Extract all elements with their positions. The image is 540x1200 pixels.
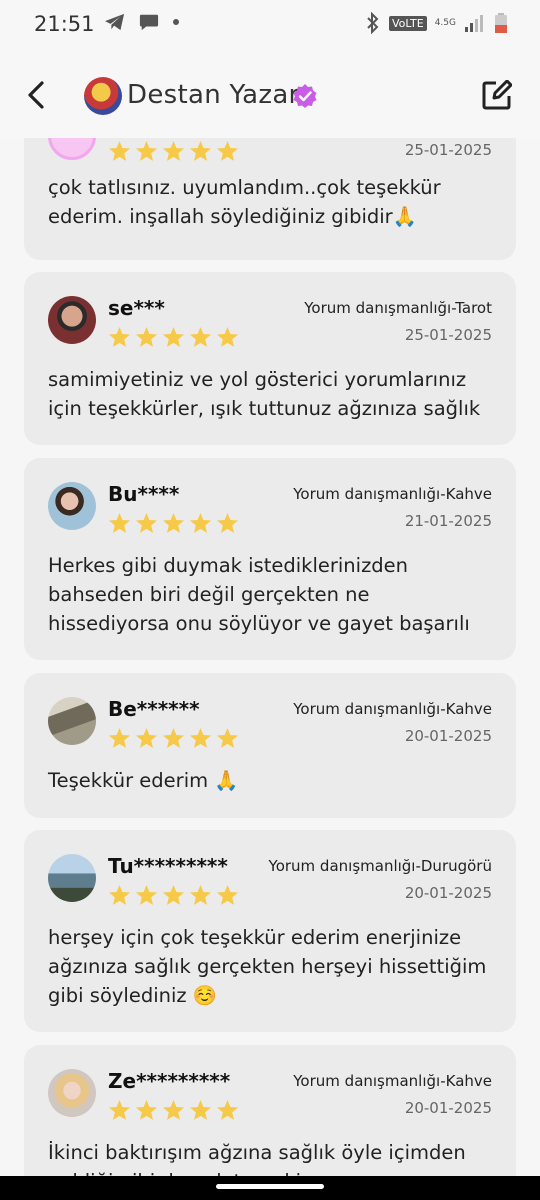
star-icon [189,326,212,347]
network-type: 4.5G [434,18,456,28]
review-card: Bu**** Yorum danışmanlığı-Kahve 21-01-20… [24,458,516,660]
star-icon [216,512,239,533]
star-icon [189,140,212,161]
rating-stars [108,140,239,162]
reviewer-name: Ze********* [108,1069,231,1093]
star-icon [108,512,131,533]
review-service: Yorum danışmanlığı-Kahve [293,1072,492,1090]
review-date: 25-01-2025 [404,326,492,344]
star-icon [108,727,131,748]
star-icon [162,512,185,533]
star-icon [189,727,212,748]
rating-stars [108,884,239,906]
review-date: 25-01-2025 [404,141,492,159]
battery-icon [495,13,507,33]
bluetooth-icon [367,12,379,34]
star-icon [135,326,158,347]
reviewer-name: se*** [108,296,165,320]
reviewer-name: Bu**** [108,482,180,506]
star-icon [189,512,212,533]
review-card: Be****** Yorum danışmanlığı-Kahve 20-01-… [24,673,516,818]
review-date: 20-01-2025 [404,884,492,902]
rating-stars [108,1099,239,1121]
review-comment: samimiyetiniz ve yol gösterici yorumları… [48,368,481,420]
review-date: 20-01-2025 [404,727,492,745]
star-icon [216,326,239,347]
review-comment: çok tatlısınız. uyumlandım..çok teşekkür… [48,176,441,228]
app-header: Destan Yazar [0,50,540,138]
star-icon [216,727,239,748]
star-icon [135,140,158,161]
star-icon [135,512,158,533]
home-indicator[interactable] [216,1184,324,1189]
star-icon [216,1099,239,1120]
reviewer-avatar [48,482,96,530]
dot-icon [173,19,179,25]
star-icon [216,884,239,905]
star-icon [108,1099,131,1120]
review-date: 20-01-2025 [404,1099,492,1117]
rating-stars [108,512,239,534]
reviewer-avatar [48,854,96,902]
review-card: 25-01-2025 çok tatlısınız. uyumlandım..ç… [24,138,516,260]
reviewer-avatar [48,697,96,745]
star-icon [162,140,185,161]
status-bar: 21:51 VoLTE 4.5G [0,0,540,50]
review-service: Yorum danışmanlığı-Tarot [304,299,492,317]
review-comment: herşey için çok teşekkür ederim enerjini… [48,926,487,1007]
star-icon [135,884,158,905]
status-time: 21:51 [34,12,95,36]
reviewer-name: Be****** [108,697,200,721]
star-icon [162,1099,185,1120]
reviewer-name: Tu********* [108,854,228,878]
telegram-icon [105,13,125,31]
star-icon [162,884,185,905]
star-icon [162,727,185,748]
rating-stars [108,326,239,348]
star-icon [108,140,131,161]
star-icon [108,884,131,905]
star-icon [216,140,239,161]
reviewer-avatar [48,296,96,344]
volte-badge: VoLTE [389,15,427,31]
chat-bubble-icon [139,14,159,31]
advisor-avatar[interactable] [84,77,122,115]
review-card: se*** Yorum danışmanlığı-Tarot 25-01-202… [24,272,516,445]
reviewer-avatar [48,138,96,160]
verified-badge-icon [293,84,317,108]
star-icon [135,1099,158,1120]
advisor-name[interactable]: Destan Yazar [127,80,300,110]
review-comment: İkinci baktırışım ağzına sağlık öyle içi… [48,1141,466,1176]
star-icon [189,1099,212,1120]
status-system-icons: VoLTE 4.5G [365,12,508,34]
reviewer-avatar [48,1069,96,1117]
reviews-feed[interactable]: 25-01-2025 çok tatlısınız. uyumlandım..ç… [0,138,540,1176]
back-button[interactable] [22,78,52,112]
status-notification-icons [104,12,180,32]
review-service: Yorum danışmanlığı-Kahve [293,485,492,503]
review-comment: Teşekkür ederim 🙏 [48,769,239,792]
rating-stars [108,727,239,749]
signal-icon [465,15,483,32]
review-card: Tu********* Yorum danışmanlığı-Durugörü … [24,830,516,1032]
review-service: Yorum danışmanlığı-Durugörü [268,857,492,875]
system-nav-bar [0,1176,540,1200]
star-icon [108,326,131,347]
edit-button[interactable] [482,80,512,110]
review-comment: Herkes gibi duymak istediklerinizden bah… [48,554,470,635]
review-card: Ze********* Yorum danışmanlığı-Kahve 20-… [24,1045,516,1176]
review-service: Yorum danışmanlığı-Kahve [293,700,492,718]
star-icon [162,326,185,347]
star-icon [189,884,212,905]
review-date: 21-01-2025 [404,512,492,530]
star-icon [135,727,158,748]
